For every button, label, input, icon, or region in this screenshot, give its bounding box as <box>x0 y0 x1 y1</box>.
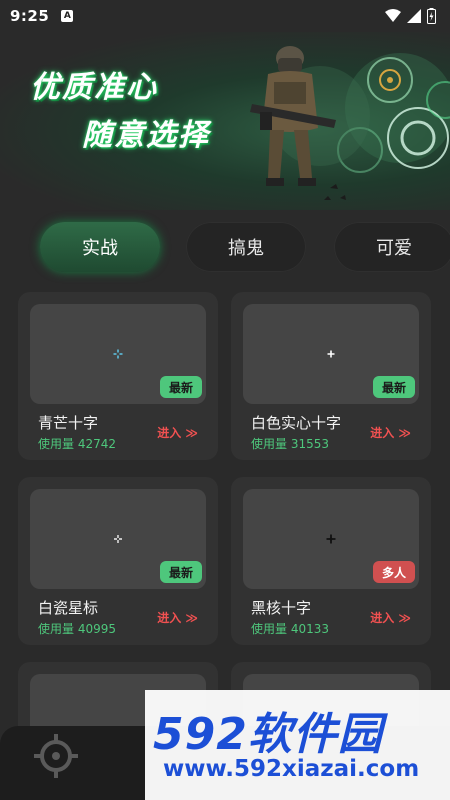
soldier-crosshair-illustration <box>250 46 450 200</box>
watermark-url: www.592xiazai.com <box>163 756 420 782</box>
signal-icon <box>407 9 421 23</box>
cyan-crosshair-icon <box>113 349 123 359</box>
status-time: 9:25 <box>10 7 50 25</box>
enter-link[interactable]: 进入 ≫ <box>370 424 411 441</box>
usage-count: 使用量 40995 <box>38 622 116 636</box>
usage-count: 使用量 40133 <box>251 622 329 636</box>
crosshair-nav-icon[interactable] <box>32 732 80 780</box>
crosshair-card[interactable]: 最新 白瓷星标 使用量 40995 进入 ≫ <box>18 477 218 645</box>
banner-title-line1: 优质准心 <box>30 70 158 105</box>
card-title: 白色实心十字 <box>251 414 342 432</box>
white-star-crosshair-icon <box>114 535 122 543</box>
black-crosshair-icon <box>326 534 336 544</box>
status-bar: 9:25 A <box>0 0 450 32</box>
status-badge: 最新 <box>372 376 415 398</box>
status-badge: 最新 <box>159 561 202 583</box>
crosshair-card[interactable]: 最新 白色实心十字 使用量 31553 进入 ≫ <box>231 292 431 460</box>
crosshair-preview: 最新 <box>30 489 206 589</box>
notification-app-icon: A <box>61 10 74 22</box>
hero-banner: 优质准心 随意选择 <box>0 32 450 210</box>
white-solid-crosshair-icon <box>327 350 335 358</box>
enter-link[interactable]: 进入 ≫ <box>157 424 198 441</box>
crosshair-preview: 多人 <box>243 489 419 589</box>
watermark-logo-text: 592软件园 <box>153 709 383 760</box>
tab-keai[interactable]: 可爱 <box>334 222 450 272</box>
status-icons <box>385 8 436 24</box>
usage-count: 使用量 42742 <box>38 437 116 451</box>
tab-gaogui[interactable]: 搞鬼 <box>186 222 306 272</box>
usage-count: 使用量 31553 <box>251 437 329 451</box>
tab-shizhan[interactable]: 实战 <box>40 222 160 272</box>
card-title: 白瓷星标 <box>38 599 99 617</box>
crosshair-card[interactable]: 多人 黑核十字 使用量 40133 进入 ≫ <box>231 477 431 645</box>
banner-title-line2: 随意选择 <box>82 118 210 153</box>
wifi-icon <box>385 9 401 22</box>
category-tabs: 实战 搞鬼 可爱 <box>0 222 450 274</box>
enter-link[interactable]: 进入 ≫ <box>157 609 198 626</box>
enter-link[interactable]: 进入 ≫ <box>370 609 411 626</box>
site-watermark: 592软件园 www.592xiazai.com <box>145 690 450 800</box>
battery-icon <box>427 8 436 24</box>
status-badge: 多人 <box>372 561 415 583</box>
status-badge: 最新 <box>159 376 202 398</box>
card-title: 黑核十字 <box>251 599 312 617</box>
crosshair-card[interactable]: 最新 青芒十字 使用量 42742 进入 ≫ <box>18 292 218 460</box>
crosshair-preview: 最新 <box>243 304 419 404</box>
crosshair-preview: 最新 <box>30 304 206 404</box>
card-title: 青芒十字 <box>38 414 99 432</box>
